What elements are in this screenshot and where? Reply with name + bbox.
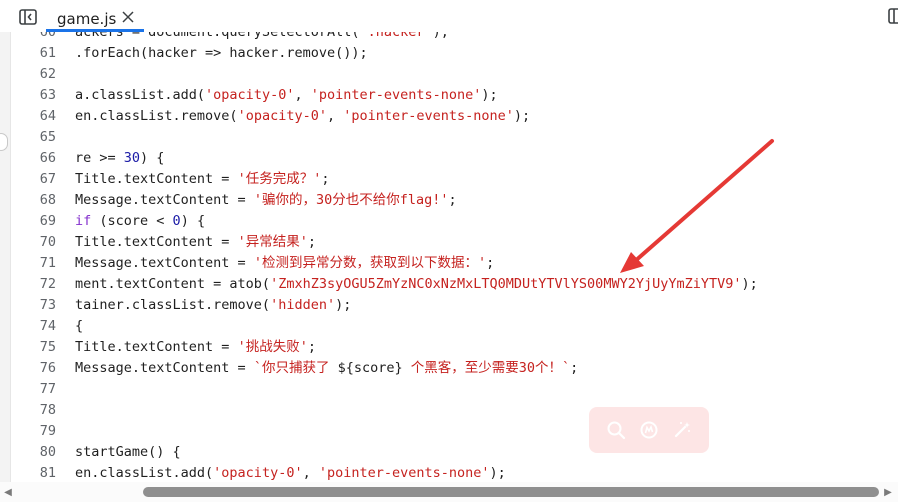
tab-bar: game.js: [0, 0, 898, 32]
horizontal-scrollbar[interactable]: ◀ ▶: [0, 482, 898, 502]
tab-game-js[interactable]: game.js: [46, 4, 144, 32]
sidebar-toggle-icon[interactable]: [18, 8, 38, 26]
annotation-arrow: [620, 139, 774, 273]
arrow-shaft: [632, 139, 774, 264]
tab-title: game.js: [57, 10, 117, 28]
ai-chat-icon[interactable]: [638, 419, 660, 441]
scrollbar-thumb[interactable]: [143, 487, 879, 497]
magic-wand-icon[interactable]: [671, 419, 693, 441]
scroll-left-icon[interactable]: ◀: [2, 485, 14, 499]
scroll-right-icon[interactable]: ▶: [882, 485, 894, 499]
panel-toggle-icon[interactable]: [888, 8, 898, 24]
floating-toolbar: [589, 407, 709, 453]
close-icon[interactable]: [120, 9, 136, 25]
search-icon[interactable]: [605, 419, 627, 441]
code-editor[interactable]: 60 ackers = document.querySelectorAll('.h…: [0, 32, 898, 502]
